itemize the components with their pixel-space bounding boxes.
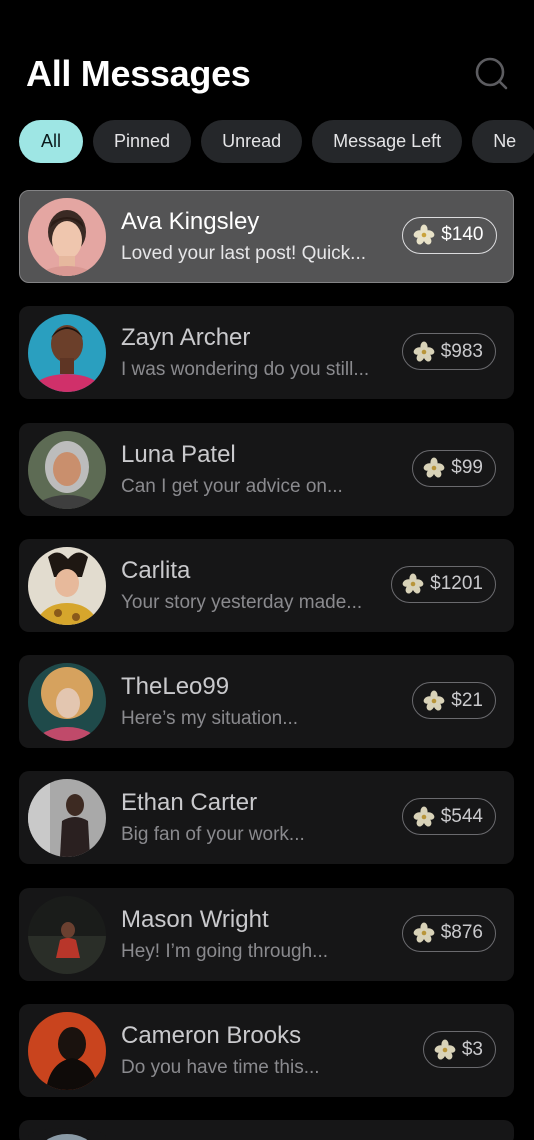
- avatar: [28, 197, 106, 276]
- price-amount: $876: [440, 922, 483, 944]
- contact-name: Mason Wright: [121, 905, 269, 933]
- avatar: [28, 663, 106, 742]
- price-badge: $544: [401, 798, 496, 836]
- message-preview: Big fan of your work...: [121, 824, 305, 846]
- flower-icon: [423, 690, 445, 711]
- avatar: [28, 314, 106, 393]
- filter-chip-new[interactable]: Ne: [472, 120, 534, 163]
- price-amount: $983: [440, 340, 483, 362]
- price-amount: $140: [441, 224, 484, 245]
- avatar: [28, 546, 106, 625]
- conversation-card[interactable]: TheLeo99 Here’s my situation... $21: [19, 655, 514, 749]
- avatar: [28, 895, 106, 974]
- search-icon: [475, 57, 508, 90]
- avatar: [28, 1128, 106, 1140]
- avatar: [28, 430, 106, 509]
- price-amount: $544: [440, 805, 483, 827]
- flower-icon: [413, 806, 435, 827]
- price-badge: $3: [422, 1031, 496, 1069]
- filter-chip-unread[interactable]: Unread: [201, 120, 303, 163]
- conversation-card[interactable]: Cameron Brooks Do you have time this... …: [19, 1004, 514, 1098]
- avatar: [28, 779, 106, 858]
- price-badge: $21: [412, 682, 496, 720]
- price-amount: $99: [451, 457, 483, 479]
- message-preview: Loved your last post! Quick...: [121, 242, 367, 264]
- header: All Messages: [26, 52, 510, 98]
- conversation-card[interactable]: Luna Patel Can I get your advice on... $…: [19, 422, 514, 516]
- flower-icon: [423, 457, 445, 478]
- contact-name: Luna Patel: [121, 440, 236, 468]
- flower-icon: [413, 341, 435, 362]
- conversation-card[interactable]: [19, 1120, 514, 1140]
- flower-icon: [413, 922, 435, 943]
- filter-bar: All Pinned Unread Message Left Ne: [19, 120, 534, 164]
- search-button[interactable]: [474, 56, 510, 92]
- flower-icon: [402, 573, 424, 594]
- price-badge: $876: [401, 914, 496, 952]
- messages-screen: All Messages All Pinned Unread Message Left…: [0, 0, 534, 1140]
- price-amount: $21: [451, 689, 483, 711]
- price-badge: $140: [402, 216, 497, 254]
- contact-name: TheLeo99: [121, 673, 230, 701]
- conversation-card[interactable]: Ethan Carter Big fan of your work... $54…: [19, 771, 514, 865]
- price-amount: $1201: [430, 573, 483, 595]
- price-badge: $99: [412, 449, 496, 487]
- contact-name: Ava Kingsley: [121, 207, 260, 235]
- filter-chip-pinned[interactable]: Pinned: [93, 120, 192, 163]
- page-title: All Messages: [26, 53, 251, 94]
- contact-name: Zayn Archer: [121, 324, 251, 352]
- message-preview: Here’s my situation...: [121, 708, 299, 730]
- message-preview: Hey! I’m going through...: [121, 940, 328, 962]
- message-preview: I was wondering do you still...: [121, 359, 370, 381]
- flower-icon: [434, 1039, 456, 1060]
- conversation-card[interactable]: Carlita Your story yesterday made... $12…: [19, 538, 514, 632]
- price-badge: $983: [401, 333, 496, 371]
- message-preview: Do you have time this...: [121, 1057, 320, 1079]
- contact-name: Ethan Carter: [121, 789, 258, 817]
- price-badge: $1201: [391, 565, 496, 603]
- filter-chip-all[interactable]: All: [19, 120, 84, 163]
- avatar: [28, 1012, 106, 1091]
- message-preview: Your story yesterday made...: [121, 591, 363, 613]
- contact-name: Carlita: [121, 556, 191, 584]
- conversation-card[interactable]: Ava Kingsley Loved your last post! Quick…: [19, 190, 514, 283]
- conversation-card[interactable]: Zayn Archer I was wondering do you still…: [19, 306, 514, 400]
- price-amount: $3: [461, 1038, 483, 1060]
- flower-icon: [413, 224, 435, 245]
- contact-name: Cameron Brooks: [121, 1022, 302, 1050]
- conversation-list: Ava Kingsley Loved your last post! Quick…: [19, 190, 514, 1140]
- conversation-card[interactable]: Mason Wright Hey! I’m going through... $…: [19, 887, 514, 981]
- filter-chip-message-left[interactable]: Message Left: [312, 120, 463, 163]
- message-preview: Can I get your advice on...: [121, 475, 343, 497]
